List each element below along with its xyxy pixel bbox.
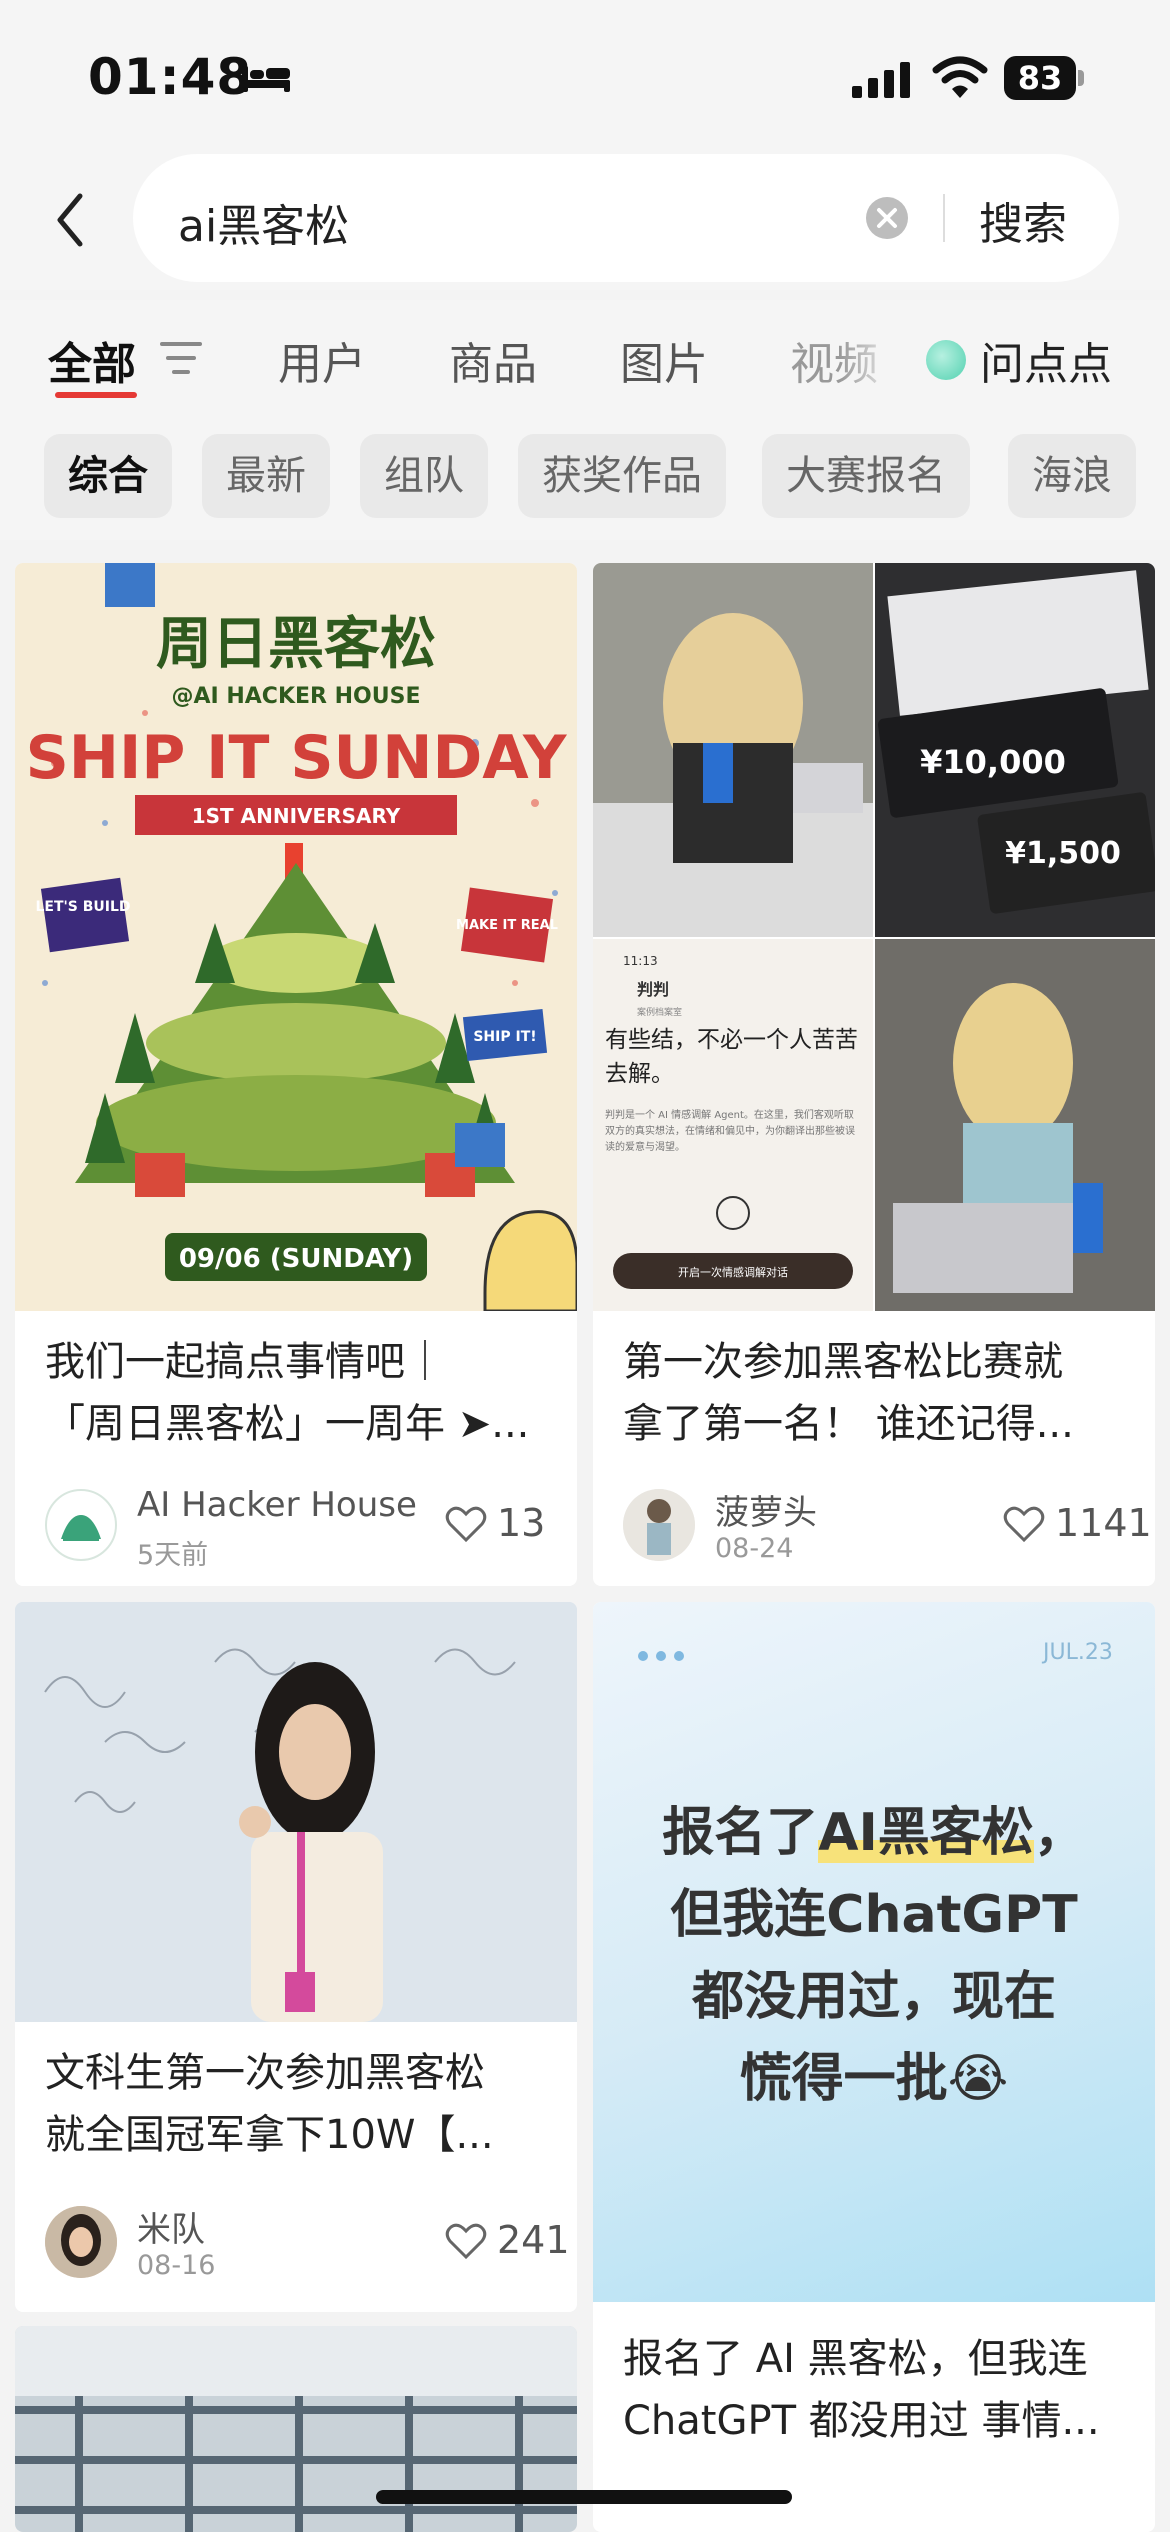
filter-chips: 综合 最新 组队 获奖作品 大赛报名 海浪 xyxy=(0,410,1170,540)
post-title-line2: 就全国冠军拿下10W【... xyxy=(45,2112,494,2158)
prize-big: ¥10,000 xyxy=(920,743,1066,781)
home-indicator[interactable] xyxy=(376,2490,792,2504)
post-title-line1: 文科生第一次参加黑客松 xyxy=(45,2050,485,2096)
poster-sign-ship: SHIP IT! xyxy=(473,1029,536,1045)
dots-icon xyxy=(638,1651,684,1661)
post-title-line1: 报名了 AI 黑客松，但我连 xyxy=(623,2336,1088,2382)
post-title-line1: 我们一起搞点事情吧｜ xyxy=(45,1339,445,1385)
cover-line1: 报名了AI黑客松， xyxy=(662,1803,1086,1863)
poster-sign-left: LET'S BUILD xyxy=(35,899,130,915)
author-name[interactable]: 米队 xyxy=(137,2202,205,2251)
chip-latest[interactable]: 最新 xyxy=(202,434,330,518)
search-header: ai黑客松 搜索 xyxy=(0,150,1170,290)
like-count: 241 xyxy=(497,2218,570,2262)
like-count: 1141 xyxy=(1055,1501,1152,1545)
search-results-feed: 周日黑客松 @AI HACKER HOUSE SHIP IT SUNDAY 1S… xyxy=(0,540,1170,2532)
result-tabs: 全部 用户 商品 图片 视频 问点点 xyxy=(0,300,1170,410)
tab-users[interactable]: 用户 xyxy=(278,328,366,392)
search-query[interactable]: ai黑客松 xyxy=(178,190,349,254)
poster-sign-right: MAKE IT REAL xyxy=(456,918,558,933)
avatar[interactable] xyxy=(623,1489,695,1561)
chip-award-works[interactable]: 获奖作品 xyxy=(518,434,726,518)
heart-icon[interactable] xyxy=(445,1505,487,1543)
filter-icon[interactable] xyxy=(160,340,202,376)
battery-tip xyxy=(1078,70,1084,86)
poster-host: @AI HACKER HOUSE xyxy=(172,684,421,709)
ask-ai-icon xyxy=(926,340,966,380)
winner-collage: ¥10,000 ¥1,500 11:13 判判 案例档案室 有些结，不必一个人苦… xyxy=(593,563,1155,1311)
author-name[interactable]: 菠萝头 xyxy=(715,1485,817,1534)
avatar[interactable] xyxy=(45,2206,117,2278)
cellular-signal-icon xyxy=(852,62,910,98)
post-cover-image[interactable]: 周日黑客松 @AI HACKER HOUSE SHIP IT SUNDAY 1S… xyxy=(15,563,577,1311)
active-tab-indicator xyxy=(55,392,137,398)
author-row[interactable]: AI Hacker House 5天前 13 xyxy=(45,1485,555,1571)
post-card[interactable]: 周日黑客松 @AI HACKER HOUSE SHIP IT SUNDAY 1S… xyxy=(15,563,577,1586)
heart-icon[interactable] xyxy=(1003,1505,1045,1543)
tab-all[interactable]: 全部 xyxy=(48,328,136,392)
cover-highlight: AI黑客松 xyxy=(818,1803,1034,1863)
heart-icon[interactable] xyxy=(445,2222,487,2260)
post-title: 第一次参加黑客松比赛就 拿了第一名！ 谁还记得... xyxy=(623,1331,1074,1455)
post-cover-image[interactable]: ¥10,000 ¥1,500 11:13 判判 案例档案室 有些结，不必一个人苦… xyxy=(593,563,1155,1311)
chip-comprehensive[interactable]: 综合 xyxy=(44,434,172,518)
app-headline: 有些结，不必一个人苦苦去解。 xyxy=(605,1027,858,1087)
author-row[interactable]: 菠萝头 08-24 1141 xyxy=(623,1485,1152,1565)
tab-ask[interactable]: 问点点 xyxy=(980,328,1112,392)
app-time: 11:13 xyxy=(623,954,658,968)
post-title-line2: 「周日黑客松」一周年 ➤... xyxy=(45,1401,530,1447)
cover-line2: 但我连ChatGPT xyxy=(670,1885,1078,1945)
search-divider xyxy=(943,194,945,242)
battery-indicator: 83 xyxy=(1004,56,1084,100)
ship-it-sunday-poster: 周日黑客松 @AI HACKER HOUSE SHIP IT SUNDAY 1S… xyxy=(15,563,577,1311)
cover-date-tag: JUL.23 xyxy=(1043,1640,1113,1665)
sleep-focus-icon xyxy=(242,66,290,92)
post-date: 08-16 xyxy=(137,2250,216,2281)
wifi-icon xyxy=(932,56,988,98)
post-card[interactable]: 文科生第一次参加黑客松 就全国冠军拿下10W【... 米队 08-16 241 xyxy=(15,1602,577,2312)
battery-level: 83 xyxy=(1004,56,1076,100)
post-title-line2: ChatGPT 都没用过 事情... xyxy=(623,2398,1100,2444)
clear-icon[interactable] xyxy=(865,196,909,240)
app-name: 判判 xyxy=(637,980,669,999)
chip-team-up[interactable]: 组队 xyxy=(360,434,488,518)
post-date: 08-24 xyxy=(715,1533,794,1564)
status-time: 01:48 xyxy=(88,48,253,106)
whiteboard-photo xyxy=(15,1602,577,2022)
cover-line3: 都没用过，现在 xyxy=(691,1967,1056,2027)
tab-images[interactable]: 图片 xyxy=(620,328,708,392)
post-title-line1: 第一次参加黑客松比赛就 xyxy=(623,1339,1063,1385)
prize-small: ¥1,500 xyxy=(1005,836,1121,871)
author-name[interactable]: AI Hacker House xyxy=(137,1485,417,1525)
app-body: 判判是一个 AI 情感调解 Agent。在这里，我们客观听取双方的真实想法，在情… xyxy=(605,1110,855,1153)
cover-text: 报名了AI黑客松， 但我连ChatGPT 都没用过，现在 慌得一批😭 xyxy=(593,1792,1155,2120)
post-title: 报名了 AI 黑客松，但我连 ChatGPT 都没用过 事情... xyxy=(623,2328,1100,2452)
author-row[interactable]: 米队 08-16 241 xyxy=(45,2202,570,2282)
post-date: 5天前 xyxy=(137,1540,209,1571)
search-input[interactable]: ai黑客松 搜索 xyxy=(133,154,1119,282)
post-card[interactable]: JUL.23 报名了AI黑客松， 但我连ChatGPT 都没用过，现在 慌得一批… xyxy=(593,1602,1155,2532)
cover-line4: 慌得一批😭 xyxy=(739,2049,1009,2109)
back-arrow-icon[interactable] xyxy=(50,190,90,250)
post-cover-image[interactable]: JUL.23 报名了AI黑客松， 但我连ChatGPT 都没用过，现在 慌得一批… xyxy=(593,1602,1155,2302)
post-card[interactable]: ¥10,000 ¥1,500 11:13 判判 案例档案室 有些结，不必一个人苦… xyxy=(593,563,1155,1586)
app-subtitle: 案例档案室 xyxy=(637,1006,682,1018)
post-title-line2: 拿了第一名！ 谁还记得... xyxy=(623,1401,1074,1447)
post-title: 我们一起搞点事情吧｜ 「周日黑客松」一周年 ➤... xyxy=(45,1331,529,1455)
poster-headline: SHIP IT SUNDAY xyxy=(26,723,568,793)
app-button: 开启一次情感调解对话 xyxy=(678,1265,788,1279)
chip-waves[interactable]: 海浪 xyxy=(1008,434,1136,518)
poster-heading: 周日黑客松 xyxy=(156,612,436,677)
poster-date: 09/06 (SUNDAY) xyxy=(179,1244,413,1274)
poster-ribbon: 1ST ANNIVERSARY xyxy=(192,804,401,828)
search-button[interactable]: 搜索 xyxy=(979,188,1067,252)
post-title: 文科生第一次参加黑客松 就全国冠军拿下10W【... xyxy=(45,2042,494,2166)
status-bar: 01:48 83 xyxy=(0,0,1170,150)
tab-products[interactable]: 商品 xyxy=(449,328,537,392)
like-count: 13 xyxy=(497,1501,546,1545)
post-cover-image[interactable] xyxy=(15,1602,577,2022)
tab-fade xyxy=(840,320,900,390)
avatar[interactable] xyxy=(45,1489,117,1561)
chip-registration[interactable]: 大赛报名 xyxy=(762,434,970,518)
